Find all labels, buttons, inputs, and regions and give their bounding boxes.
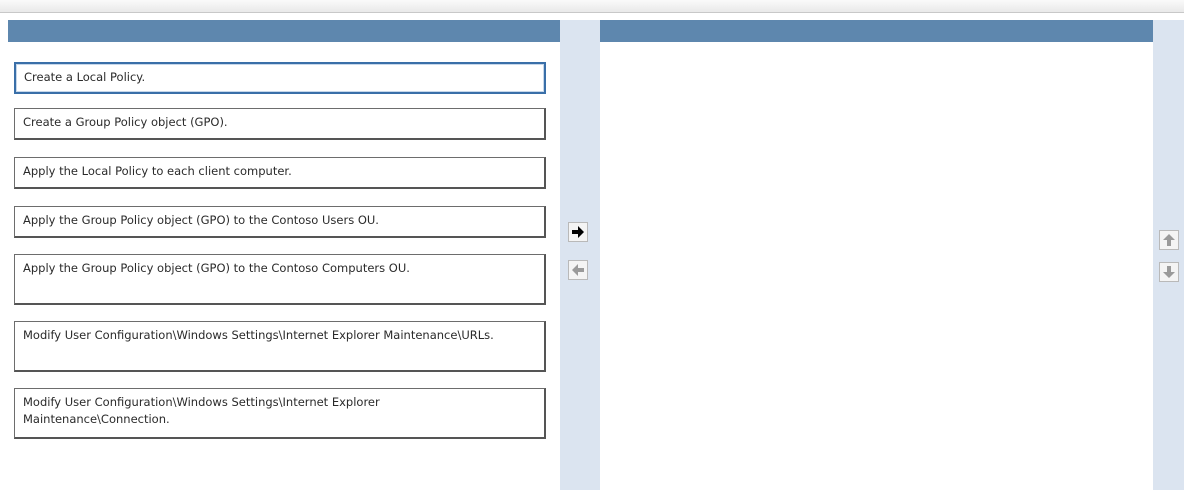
arrow-up-icon bbox=[1163, 234, 1175, 246]
source-list-pane: Create a Local Policy. Create a Group Po… bbox=[8, 20, 560, 490]
move-left-button[interactable] bbox=[568, 260, 588, 280]
arrow-left-icon bbox=[572, 264, 584, 276]
source-item-create-local-policy[interactable]: Create a Local Policy. bbox=[14, 62, 546, 94]
answer-list-pane[interactable] bbox=[600, 20, 1153, 490]
source-item-create-gpo[interactable]: Create a Group Policy object (GPO). bbox=[14, 108, 546, 140]
drag-drop-question: Create a Local Policy. Create a Group Po… bbox=[0, 0, 1184, 490]
source-item-modify-ie-urls[interactable]: Modify User Configuration\Windows Settin… bbox=[14, 321, 546, 372]
source-item-apply-gpo-computers-ou[interactable]: Apply the Group Policy object (GPO) to t… bbox=[14, 254, 546, 305]
source-item-apply-local-policy[interactable]: Apply the Local Policy to each client co… bbox=[14, 157, 546, 189]
source-list-header bbox=[8, 20, 560, 42]
transfer-controls-column bbox=[560, 20, 600, 490]
arrow-right-icon bbox=[572, 226, 584, 238]
move-right-button[interactable] bbox=[568, 222, 588, 242]
move-up-button[interactable] bbox=[1159, 230, 1179, 250]
arrow-down-icon bbox=[1163, 266, 1175, 278]
reorder-controls-column bbox=[1153, 20, 1184, 490]
source-item-apply-gpo-users-ou[interactable]: Apply the Group Policy object (GPO) to t… bbox=[14, 206, 546, 238]
window-top-strip bbox=[0, 0, 1184, 13]
answer-list-header bbox=[600, 20, 1153, 42]
source-item-modify-ie-connection[interactable]: Modify User Configuration\Windows Settin… bbox=[14, 388, 546, 439]
move-down-button[interactable] bbox=[1159, 262, 1179, 282]
